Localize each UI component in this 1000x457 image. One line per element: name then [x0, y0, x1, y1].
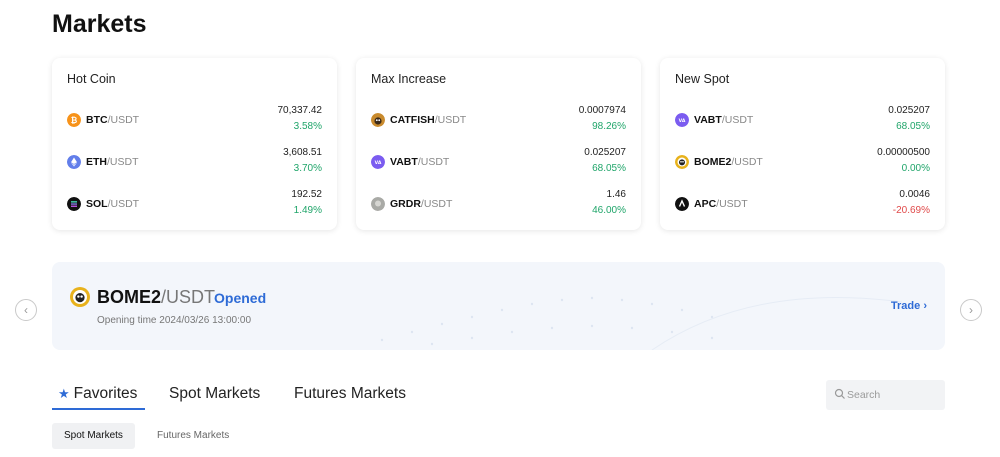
market-row[interactable]: ETH/USDT 3,608.51 3.70% — [67, 147, 322, 179]
market-row[interactable]: CATFISH/USDT 0.0007974 98.26% — [371, 105, 626, 137]
bome2-icon — [675, 155, 689, 169]
carousel-prev-button[interactable]: ‹ — [15, 299, 37, 321]
trade-link[interactable]: Trade › — [891, 300, 927, 312]
change-percent: 3.58% — [293, 121, 322, 132]
page-title: Markets — [52, 10, 147, 38]
carousel-next-button[interactable]: › — [960, 299, 982, 321]
pair-label: VABT/USDT — [694, 114, 754, 126]
subtab-spot-markets[interactable]: Spot Markets — [52, 423, 135, 449]
price: 0.0007974 — [578, 105, 626, 116]
market-row[interactable]: SOL/USDT 192.52 1.49% — [67, 189, 322, 221]
star-icon: ★ — [58, 386, 70, 401]
card-title: Max Increase — [371, 72, 447, 86]
price: 70,337.42 — [277, 105, 323, 116]
search-input[interactable] — [847, 386, 939, 404]
change-percent: 0.00% — [901, 163, 930, 174]
change-percent: 1.49% — [293, 205, 322, 216]
change-percent: 98.26% — [592, 121, 626, 132]
tab-spot-markets[interactable]: Spot Markets — [169, 385, 260, 403]
pair-label: BTC/USDT — [86, 114, 140, 126]
catfish-icon — [371, 113, 385, 127]
solana-icon — [67, 197, 81, 211]
pair-label: CATFISH/USDT — [390, 114, 467, 126]
chevron-right-icon: › — [923, 300, 927, 312]
price: 1.46 — [606, 189, 626, 200]
pair-label: APC/USDT — [694, 198, 748, 210]
svg-text:VA: VA — [679, 118, 686, 124]
search-box[interactable] — [826, 380, 945, 410]
price: 0.0046 — [899, 189, 930, 200]
new-spot-card: New Spot VA VABT/USDT 0.025207 68.05% BO… — [660, 58, 945, 230]
tab-favorites[interactable]: ★ Favorites — [58, 385, 137, 403]
change-percent: 46.00% — [592, 205, 626, 216]
max-increase-card: Max Increase CATFISH/USDT 0.0007974 98.2… — [356, 58, 641, 230]
price: 192.52 — [291, 189, 322, 200]
vabt-icon: VA — [371, 155, 385, 169]
market-row[interactable]: ₿ BTC/USDT 70,337.42 3.58% — [67, 105, 322, 137]
market-row[interactable]: GRDR/USDT 1.46 46.00% — [371, 189, 626, 221]
subtab-futures-markets[interactable]: Futures Markets — [145, 423, 241, 449]
grdr-icon — [371, 197, 385, 211]
opening-time: Opening time 2024/03/26 13:00:00 — [97, 315, 252, 326]
pair-label: SOL/USDT — [86, 198, 140, 210]
market-row[interactable]: VA VABT/USDT 0.025207 68.05% — [675, 105, 930, 137]
bome2-icon — [70, 287, 90, 307]
price: 0.025207 — [584, 147, 626, 158]
active-tab-indicator — [52, 408, 145, 410]
ethereum-icon — [67, 155, 81, 169]
chevron-left-icon: ‹ — [24, 303, 28, 317]
card-title: Hot Coin — [67, 72, 116, 86]
change-percent: 3.70% — [293, 163, 322, 174]
hot-coin-card: Hot Coin ₿ BTC/USDT 70,337.42 3.58% ETH/… — [52, 58, 337, 230]
listing-banner[interactable]: BOME2/USDT Opened Opening time 2024/03/2… — [52, 262, 945, 350]
price: 0.025207 — [888, 105, 930, 116]
pair-label: BOME2/USDT — [694, 156, 763, 168]
market-row[interactable]: APC/USDT 0.0046 -20.69% — [675, 189, 930, 221]
pair-label: VABT/USDT — [390, 156, 450, 168]
vabt-icon: VA — [675, 113, 689, 127]
banner-status: Opened — [214, 290, 267, 306]
price: 3,608.51 — [283, 147, 322, 158]
pair-label: ETH/USDT — [86, 156, 139, 168]
svg-text:VA: VA — [375, 160, 382, 166]
chevron-right-icon: › — [969, 303, 973, 317]
change-percent: 68.05% — [896, 121, 930, 132]
search-icon — [834, 388, 845, 399]
change-percent: 68.05% — [592, 163, 626, 174]
pair-label: GRDR/USDT — [390, 198, 453, 210]
card-title: New Spot — [675, 72, 730, 86]
tab-futures-markets[interactable]: Futures Markets — [294, 385, 406, 403]
svg-text:₿: ₿ — [71, 116, 78, 125]
banner-pair: BOME2/USDT — [97, 287, 216, 307]
change-percent: -20.69% — [892, 205, 930, 216]
apc-icon — [675, 197, 689, 211]
market-row[interactable]: BOME2/USDT 0.00000500 0.00% — [675, 147, 930, 179]
bitcoin-icon: ₿ — [67, 113, 81, 127]
price: 0.00000500 — [877, 147, 930, 158]
market-row[interactable]: VA VABT/USDT 0.025207 68.05% — [371, 147, 626, 179]
